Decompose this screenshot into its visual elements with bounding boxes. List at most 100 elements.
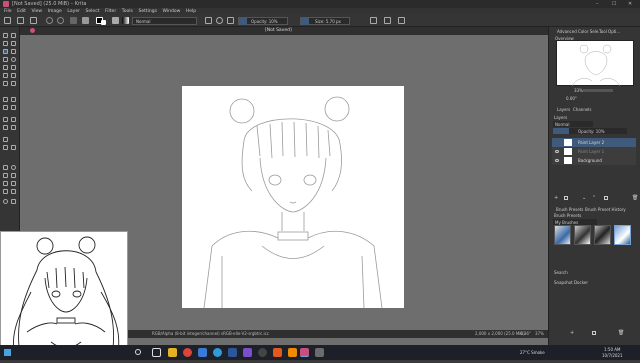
- minimize-button[interactable]: –: [596, 1, 599, 7]
- close-button[interactable]: ✕: [628, 1, 632, 7]
- overview-rotation-value[interactable]: 0.00°: [566, 96, 577, 101]
- overview-thumbnail[interactable]: [556, 40, 634, 87]
- menu-view[interactable]: View: [31, 8, 42, 15]
- tab-advanced-color-selector[interactable]: Advanced Color Sele...: [557, 29, 602, 34]
- undo-icon[interactable]: [46, 17, 53, 24]
- wrap-around-icon[interactable]: [398, 17, 405, 24]
- mirror-horizontal-icon[interactable]: [370, 17, 377, 24]
- layer-row-background[interactable]: Background: [552, 156, 636, 165]
- fill-patterns-icon[interactable]: [82, 17, 89, 24]
- search-taskbar-icon[interactable]: [135, 349, 141, 355]
- move-layer-down-icon[interactable]: ⌄: [582, 195, 586, 201]
- menu-image[interactable]: Image: [48, 8, 62, 15]
- maximize-button[interactable]: ☐: [612, 1, 616, 7]
- polyline-tool-icon[interactable]: [11, 65, 16, 70]
- clock-date[interactable]: 10/7/2021: [602, 353, 623, 358]
- task-view-icon[interactable]: [152, 348, 161, 357]
- rotation-label[interactable]: 6.36°: [520, 331, 531, 336]
- similar-select-tool-icon[interactable]: [11, 181, 16, 186]
- layer-row-paint-layer-1[interactable]: Paint Layer 1: [552, 147, 636, 156]
- menu-help[interactable]: Help: [186, 8, 196, 15]
- media-player-icon[interactable]: [273, 348, 282, 357]
- file-explorer-icon[interactable]: [168, 348, 177, 357]
- redo-icon[interactable]: [57, 17, 64, 24]
- dynamic-brush-tool-icon[interactable]: [3, 81, 8, 86]
- assistant-tool-icon[interactable]: [3, 137, 8, 142]
- brush-preset-1[interactable]: [554, 225, 571, 245]
- settings-gear-icon[interactable]: [216, 17, 223, 24]
- save-icon[interactable]: [30, 17, 37, 24]
- clock-time[interactable]: 1:50 AM: [604, 347, 620, 352]
- ellipse-tool-icon[interactable]: [11, 57, 16, 62]
- overview-zoom-value[interactable]: 33%: [574, 88, 583, 93]
- brush-preset-icon[interactable]: [112, 17, 119, 24]
- multibrush-tool-icon[interactable]: [11, 81, 16, 86]
- menu-settings[interactable]: Settings: [138, 8, 156, 15]
- pan-tool-icon[interactable]: [11, 199, 16, 204]
- weather-widget[interactable]: 27°C Smoke: [520, 350, 545, 355]
- ellipse-select-tool-icon[interactable]: [11, 165, 16, 170]
- document-tab[interactable]: [Not Saved]: [265, 28, 292, 33]
- zoom-label[interactable]: 37%: [535, 331, 544, 336]
- size-slider[interactable]: Size: 5.70 px: [300, 17, 350, 25]
- menu-layer[interactable]: Layer: [67, 8, 80, 15]
- tab-channels[interactable]: Channels: [573, 107, 592, 112]
- delete-layer-icon[interactable]: 🗑: [632, 195, 638, 201]
- polygon-tool-icon[interactable]: [3, 65, 8, 70]
- tab-brush-preset-history[interactable]: Brush Preset History: [585, 207, 626, 212]
- brush-preset-4[interactable]: [614, 225, 631, 245]
- magnetic-select-tool-icon[interactable]: [11, 189, 16, 194]
- reference-tool-icon[interactable]: [11, 145, 16, 150]
- layer-opacity-slider[interactable]: Opacity: 10%: [553, 128, 627, 134]
- visibility-eye-icon[interactable]: [555, 150, 559, 153]
- fill-gradients-icon[interactable]: [70, 17, 77, 24]
- bezier-select-tool-icon[interactable]: [3, 189, 8, 194]
- tab-layers[interactable]: Layers: [557, 107, 570, 112]
- contiguous-select-tool-icon[interactable]: [3, 181, 8, 186]
- visibility-eye-icon[interactable]: [555, 159, 559, 162]
- menu-filter[interactable]: Filter: [105, 8, 116, 15]
- vlc-icon[interactable]: [288, 348, 297, 357]
- move-tool-icon[interactable]: [11, 97, 16, 102]
- select-shapes-tool-icon[interactable]: [3, 33, 8, 38]
- background-color-swatch[interactable]: [101, 20, 106, 25]
- text-tool-icon[interactable]: [11, 33, 16, 38]
- add-layer-icon[interactable]: +: [554, 195, 558, 201]
- gradient-tool-icon[interactable]: [11, 125, 16, 130]
- fill-tool-icon[interactable]: [3, 125, 8, 130]
- brush-preset-3[interactable]: [594, 225, 611, 245]
- app-icon[interactable]: [315, 348, 324, 357]
- menu-select[interactable]: Select: [86, 8, 100, 15]
- move-layer-up-icon[interactable]: ⌃: [592, 195, 596, 201]
- duplicate-layer-icon[interactable]: [564, 196, 568, 200]
- rectangle-tool-icon[interactable]: [3, 57, 8, 62]
- measure-tool-icon[interactable]: [3, 145, 8, 150]
- start-windows-icon[interactable]: [4, 349, 11, 356]
- mirror-vertical-icon[interactable]: [384, 17, 391, 24]
- preserve-alpha-icon[interactable]: [227, 17, 234, 24]
- take-snapshot-icon[interactable]: +: [570, 330, 574, 336]
- crop-tool-icon[interactable]: [3, 97, 8, 102]
- color-picker-tool-icon[interactable]: [3, 117, 8, 122]
- menu-window[interactable]: Window: [163, 8, 181, 15]
- freehand-select-tool-icon[interactable]: [11, 173, 16, 178]
- mail-icon[interactable]: [228, 348, 237, 357]
- edge-icon[interactable]: [213, 348, 222, 357]
- bezier-tool-icon[interactable]: [3, 73, 8, 78]
- eraser-mode-icon[interactable]: [205, 17, 212, 24]
- chrome-icon[interactable]: [183, 348, 192, 357]
- smart-patch-tool-icon[interactable]: [11, 117, 16, 122]
- brush-preset-2[interactable]: [574, 225, 591, 245]
- opacity-slider[interactable]: Opacity: 10%: [238, 17, 288, 25]
- rect-select-tool-icon[interactable]: [3, 165, 8, 170]
- store-icon[interactable]: [198, 348, 207, 357]
- layer-blend-select[interactable]: Normal: [553, 121, 593, 127]
- calligraphy-tool-icon[interactable]: [11, 41, 16, 46]
- blend-mode-select[interactable]: Normal: [132, 17, 197, 25]
- layer-properties-icon[interactable]: [604, 196, 608, 200]
- open-document-icon[interactable]: [17, 17, 24, 24]
- line-tool-icon[interactable]: [11, 49, 16, 54]
- delete-snapshot-icon[interactable]: 🗑: [618, 330, 624, 336]
- warp-tool-icon[interactable]: [11, 105, 16, 110]
- tab-brush-presets[interactable]: Brush Presets: [556, 207, 583, 212]
